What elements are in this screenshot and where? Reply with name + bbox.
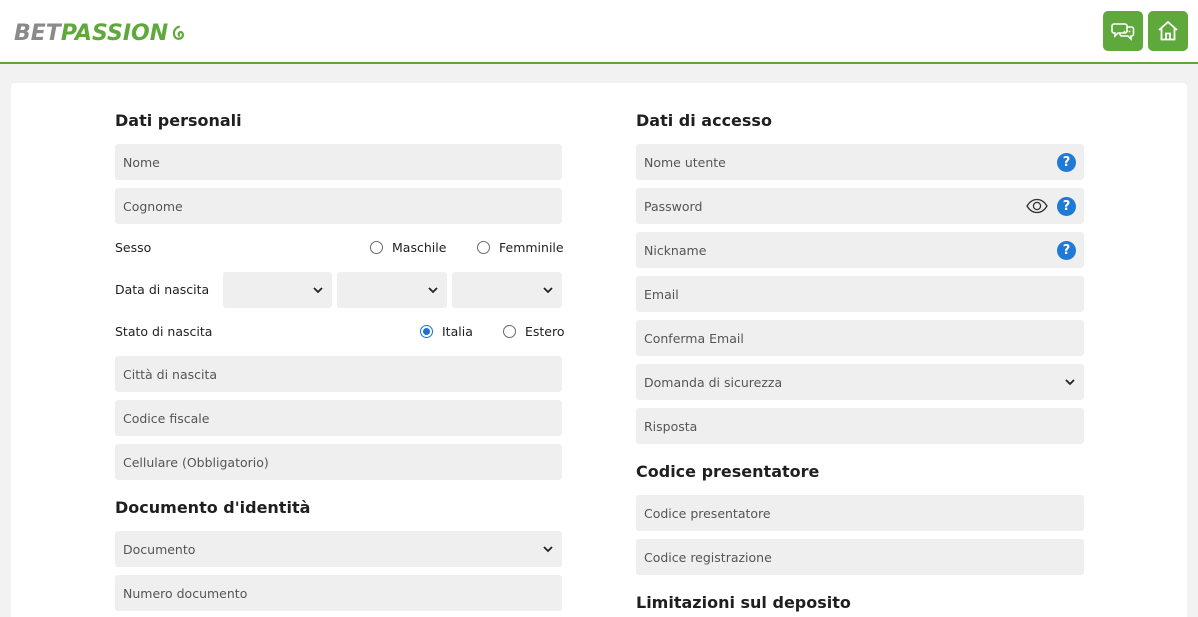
conferma-email-placeholder: Conferma Email xyxy=(644,330,744,346)
home-button[interactable] xyxy=(1148,11,1188,51)
logo-passion-text: PASSION xyxy=(60,20,169,46)
data-nascita-label: Data di nascita xyxy=(115,282,210,297)
stato-nascita-label: Stato di nascita xyxy=(115,324,213,339)
nickname-placeholder: Nickname xyxy=(644,242,707,258)
radio-femminile[interactable]: Femminile xyxy=(477,240,564,255)
codice-presentatore-placeholder: Codice presentatore xyxy=(644,505,771,521)
sesso-label: Sesso xyxy=(115,240,152,255)
help-icon[interactable]: ? xyxy=(1057,152,1076,172)
radio-maschile[interactable]: Maschile xyxy=(370,240,446,255)
conferma-email-field[interactable]: Conferma Email xyxy=(636,320,1084,356)
password-placeholder: Password xyxy=(644,198,703,214)
email-placeholder: Email xyxy=(644,286,679,302)
radio-circle-checked[interactable] xyxy=(420,325,433,338)
cognome-field[interactable]: Cognome xyxy=(115,188,562,224)
chevron-down-icon xyxy=(313,287,323,294)
codice-registrazione-field[interactable]: Codice registrazione xyxy=(636,539,1084,575)
risposta-placeholder: Risposta xyxy=(644,418,698,434)
eye-icon[interactable] xyxy=(1026,198,1048,214)
radio-femminile-label: Femminile xyxy=(499,240,564,255)
codice-fiscale-placeholder: Codice fiscale xyxy=(123,410,210,426)
help-icon[interactable]: ? xyxy=(1057,240,1076,260)
nickname-field[interactable]: Nickname ? xyxy=(636,232,1084,268)
logo-bet-text: BET xyxy=(14,20,61,46)
nome-field[interactable]: Nome xyxy=(115,144,562,180)
cognome-placeholder: Cognome xyxy=(123,198,183,214)
birth-day-select[interactable] xyxy=(223,272,332,308)
radio-circle[interactable] xyxy=(477,241,490,254)
email-field[interactable]: Email xyxy=(636,276,1084,312)
home-icon xyxy=(1158,21,1178,41)
nome-utente-placeholder: Nome utente xyxy=(644,154,726,170)
codice-fiscale-field[interactable]: Codice fiscale xyxy=(115,400,562,436)
nome-utente-field[interactable]: Nome utente ? xyxy=(636,144,1084,180)
birth-year-select[interactable] xyxy=(452,272,562,308)
betpassion-logo[interactable]: BET PASSION xyxy=(14,18,188,48)
numero-documento-placeholder: Numero documento xyxy=(123,585,248,601)
section-title-dati-accesso: Dati di accesso xyxy=(636,111,772,130)
chevron-down-icon xyxy=(543,287,553,294)
chat-bubbles-icon xyxy=(1111,23,1135,41)
radio-italia[interactable]: Italia xyxy=(420,324,473,339)
radio-circle[interactable] xyxy=(370,241,383,254)
chevron-down-icon xyxy=(543,546,553,553)
radio-estero[interactable]: Estero xyxy=(503,324,565,339)
citta-nascita-field[interactable]: Città di nascita xyxy=(115,356,562,392)
citta-placeholder: Città di nascita xyxy=(123,366,218,382)
section-title-documento: Documento d'identità xyxy=(115,498,311,517)
documento-placeholder: Documento xyxy=(123,541,196,557)
domanda-placeholder: Domanda di sicurezza xyxy=(644,374,783,390)
codice-presentatore-field[interactable]: Codice presentatore xyxy=(636,495,1084,531)
radio-maschile-label: Maschile xyxy=(392,240,447,255)
chat-button[interactable] xyxy=(1103,11,1143,51)
radio-italia-label: Italia xyxy=(442,324,473,339)
top-header: BET PASSION xyxy=(0,0,1198,64)
cellulare-placeholder: Cellulare (Obbligatorio) xyxy=(123,454,269,470)
birth-month-select[interactable] xyxy=(337,272,447,308)
password-field[interactable]: Password ? xyxy=(636,188,1084,224)
nome-placeholder: Nome xyxy=(123,154,160,170)
section-title-dati-personali: Dati personali xyxy=(115,111,242,130)
domanda-sicurezza-select[interactable]: Domanda di sicurezza xyxy=(636,364,1084,400)
section-title-codice-presentatore: Codice presentatore xyxy=(636,462,820,481)
chevron-down-icon xyxy=(1065,379,1075,386)
numero-documento-field[interactable]: Numero documento xyxy=(115,575,562,611)
chevron-down-icon xyxy=(428,287,438,294)
leaf-icon xyxy=(173,25,185,40)
documento-select[interactable]: Documento xyxy=(115,531,562,567)
risposta-field[interactable]: Risposta xyxy=(636,408,1084,444)
registration-form-card: Dati personali Nome Cognome Sesso Maschi… xyxy=(11,83,1187,617)
codice-registrazione-placeholder: Codice registrazione xyxy=(644,549,772,565)
help-icon[interactable]: ? xyxy=(1057,196,1076,216)
section-title-limitazioni: Limitazioni sul deposito xyxy=(636,593,851,612)
cellulare-field[interactable]: Cellulare (Obbligatorio) xyxy=(115,444,562,480)
radio-circle[interactable] xyxy=(503,325,516,338)
radio-estero-label: Estero xyxy=(525,324,565,339)
